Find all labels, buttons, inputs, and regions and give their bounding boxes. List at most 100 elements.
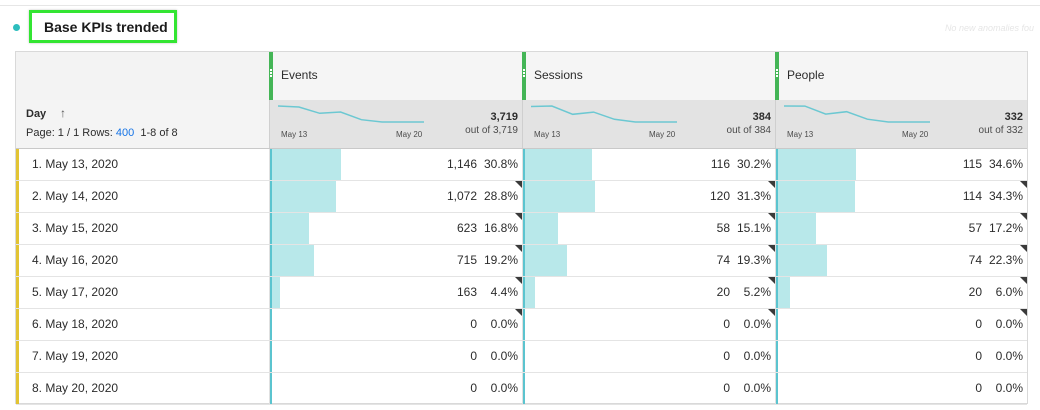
- drag-handle-icon[interactable]: [775, 68, 779, 80]
- sparkline-chart: [784, 105, 930, 123]
- anomaly-flag-icon[interactable]: [1020, 181, 1027, 188]
- cell-percent: 34.6%: [988, 157, 1023, 171]
- table-row[interactable]: 7. May 19, 2020 0 0.0% 0 0.0% 0 0.0%: [16, 341, 1027, 373]
- anomaly-flag-icon[interactable]: [768, 245, 775, 252]
- anomaly-flag-icon[interactable]: [768, 277, 775, 284]
- cell-percent: 19.3%: [736, 253, 771, 267]
- percent-bar: [523, 373, 525, 404]
- metric-cell[interactable]: 623 16.8%: [269, 213, 522, 244]
- drag-handle-icon[interactable]: [269, 68, 273, 80]
- anomaly-flag-icon[interactable]: [515, 309, 522, 316]
- metric-out-of: out of 384: [726, 125, 771, 136]
- anomaly-flag-icon[interactable]: [768, 213, 775, 220]
- metric-name[interactable]: Events: [281, 68, 318, 82]
- row-label[interactable]: 5. May 17, 2020: [32, 285, 118, 299]
- dimension-header: Day ↑ Page: 1 / 1 Rows: 400 1-8 of 8: [16, 100, 270, 148]
- table-row[interactable]: 4. May 16, 2020 715 19.2% 74 19.3% 74 22.3%: [16, 245, 1027, 277]
- percent-bar: [523, 341, 525, 372]
- row-label[interactable]: 6. May 18, 2020: [32, 317, 118, 331]
- metric-cell[interactable]: 0 0.0%: [269, 341, 522, 372]
- row-accent-bar: [16, 373, 19, 404]
- metric-cell[interactable]: 0 0.0%: [269, 373, 522, 404]
- anomaly-flag-icon[interactable]: [768, 309, 775, 316]
- cell-percent: 30.8%: [483, 157, 518, 171]
- table-row[interactable]: 3. May 15, 2020 623 16.8% 58 15.1% 57 17.2%: [16, 213, 1027, 245]
- metric-cell[interactable]: 0 0.0%: [522, 341, 775, 372]
- metric-cell[interactable]: 20 5.2%: [522, 277, 775, 308]
- metric-cell[interactable]: 114 34.3%: [775, 181, 1027, 212]
- metric-cell[interactable]: 58 15.1%: [522, 213, 775, 244]
- cell-value: 163: [456, 285, 477, 299]
- metric-summary-people: May 13 May 20 332 out of 332: [775, 100, 1027, 148]
- anomaly-flag-icon[interactable]: [1020, 277, 1027, 284]
- anomaly-flag-icon[interactable]: [515, 181, 522, 188]
- row-label[interactable]: 4. May 16, 2020: [32, 253, 118, 267]
- cell-value: 74: [716, 253, 730, 267]
- metric-cell[interactable]: 57 17.2%: [775, 213, 1027, 244]
- sparkline-chart: [278, 105, 424, 123]
- metric-cell[interactable]: 0 0.0%: [775, 309, 1027, 340]
- metric-cell[interactable]: 74 19.3%: [522, 245, 775, 276]
- metric-cell[interactable]: 74 22.3%: [775, 245, 1027, 276]
- cell-value: 20: [716, 285, 730, 299]
- panel-title[interactable]: Base KPIs trended: [44, 19, 168, 35]
- anomaly-flag-icon[interactable]: [515, 245, 522, 252]
- table-row[interactable]: 1. May 13, 2020 1,146 30.8% 116 30.2% 115 34.6…: [16, 149, 1027, 181]
- cell-value: 1,146: [446, 157, 477, 171]
- row-label[interactable]: 8. May 20, 2020: [32, 381, 118, 395]
- anomaly-flag-icon[interactable]: [1020, 213, 1027, 220]
- sparkline-chart: [531, 105, 677, 123]
- arrow-up-icon[interactable]: ↑: [60, 106, 66, 120]
- metric-cell[interactable]: 116 30.2%: [522, 149, 775, 180]
- metric-cell[interactable]: 0 0.0%: [775, 341, 1027, 372]
- dimension-name[interactable]: Day: [26, 108, 46, 120]
- metric-cell[interactable]: 120 31.3%: [522, 181, 775, 212]
- percent-bar: [776, 277, 790, 308]
- cell-percent: 28.8%: [483, 189, 518, 203]
- anomaly-flag-icon[interactable]: [515, 277, 522, 284]
- row-accent-bar: [16, 341, 19, 372]
- cell-value: 0: [470, 381, 477, 395]
- percent-bar: [270, 181, 336, 212]
- percent-bar: [776, 309, 778, 340]
- metric-name[interactable]: People: [787, 68, 824, 82]
- sparkline-start-date: May 13: [787, 130, 814, 139]
- drag-handle-icon[interactable]: [522, 68, 526, 80]
- table-row[interactable]: 2. May 14, 2020 1,072 28.8% 120 31.3% 114 34.3…: [16, 181, 1027, 213]
- panel-title-highlight[interactable]: Base KPIs trended: [29, 10, 177, 43]
- metric-cell[interactable]: 1,072 28.8%: [269, 181, 522, 212]
- pagination-info: Page: 1 / 1 Rows: 400 1-8 of 8: [26, 127, 178, 139]
- percent-bar: [523, 149, 592, 180]
- rows-per-page-select[interactable]: 400: [116, 127, 134, 139]
- table-row[interactable]: 8. May 20, 2020 0 0.0% 0 0.0% 0 0.0%: [16, 373, 1027, 405]
- metric-header-sessions[interactable]: Sessions: [522, 52, 775, 100]
- metric-cell[interactable]: 715 19.2%: [269, 245, 522, 276]
- cell-value: 715: [456, 253, 477, 267]
- metric-header-events[interactable]: Events: [269, 52, 522, 100]
- table-row[interactable]: 6. May 18, 2020 0 0.0% 0 0.0% 0 0.0%: [16, 309, 1027, 341]
- row-label[interactable]: 7. May 19, 2020: [32, 349, 118, 363]
- cell-percent: 0.0%: [743, 317, 771, 331]
- metric-cell[interactable]: 1,146 30.8%: [269, 149, 522, 180]
- percent-bar: [776, 373, 778, 404]
- metric-cell[interactable]: 0 0.0%: [775, 373, 1027, 404]
- row-label[interactable]: 1. May 13, 2020: [32, 157, 118, 171]
- table-row[interactable]: 5. May 17, 2020 163 4.4% 20 5.2% 20 6.0%: [16, 277, 1027, 309]
- anomaly-flag-icon[interactable]: [1020, 309, 1027, 316]
- metric-cell[interactable]: 0 0.0%: [522, 309, 775, 340]
- row-label[interactable]: 2. May 14, 2020: [32, 189, 118, 203]
- anomaly-flag-icon[interactable]: [768, 181, 775, 188]
- metric-cell[interactable]: 115 34.6%: [775, 149, 1027, 180]
- anomaly-flag-icon[interactable]: [1020, 245, 1027, 252]
- metric-summary-sessions: May 13 May 20 384 out of 384: [522, 100, 775, 148]
- anomaly-flag-icon[interactable]: [515, 213, 522, 220]
- metric-cell[interactable]: 20 6.0%: [775, 277, 1027, 308]
- row-label[interactable]: 3. May 15, 2020: [32, 221, 118, 235]
- metric-cell[interactable]: 0 0.0%: [269, 309, 522, 340]
- metric-cell[interactable]: 163 4.4%: [269, 277, 522, 308]
- metric-cell[interactable]: 0 0.0%: [522, 373, 775, 404]
- metric-header-people[interactable]: People: [775, 52, 1027, 100]
- panel-top-divider: [0, 5, 1040, 6]
- metric-name[interactable]: Sessions: [534, 68, 583, 82]
- panel-status-dot: [13, 24, 20, 31]
